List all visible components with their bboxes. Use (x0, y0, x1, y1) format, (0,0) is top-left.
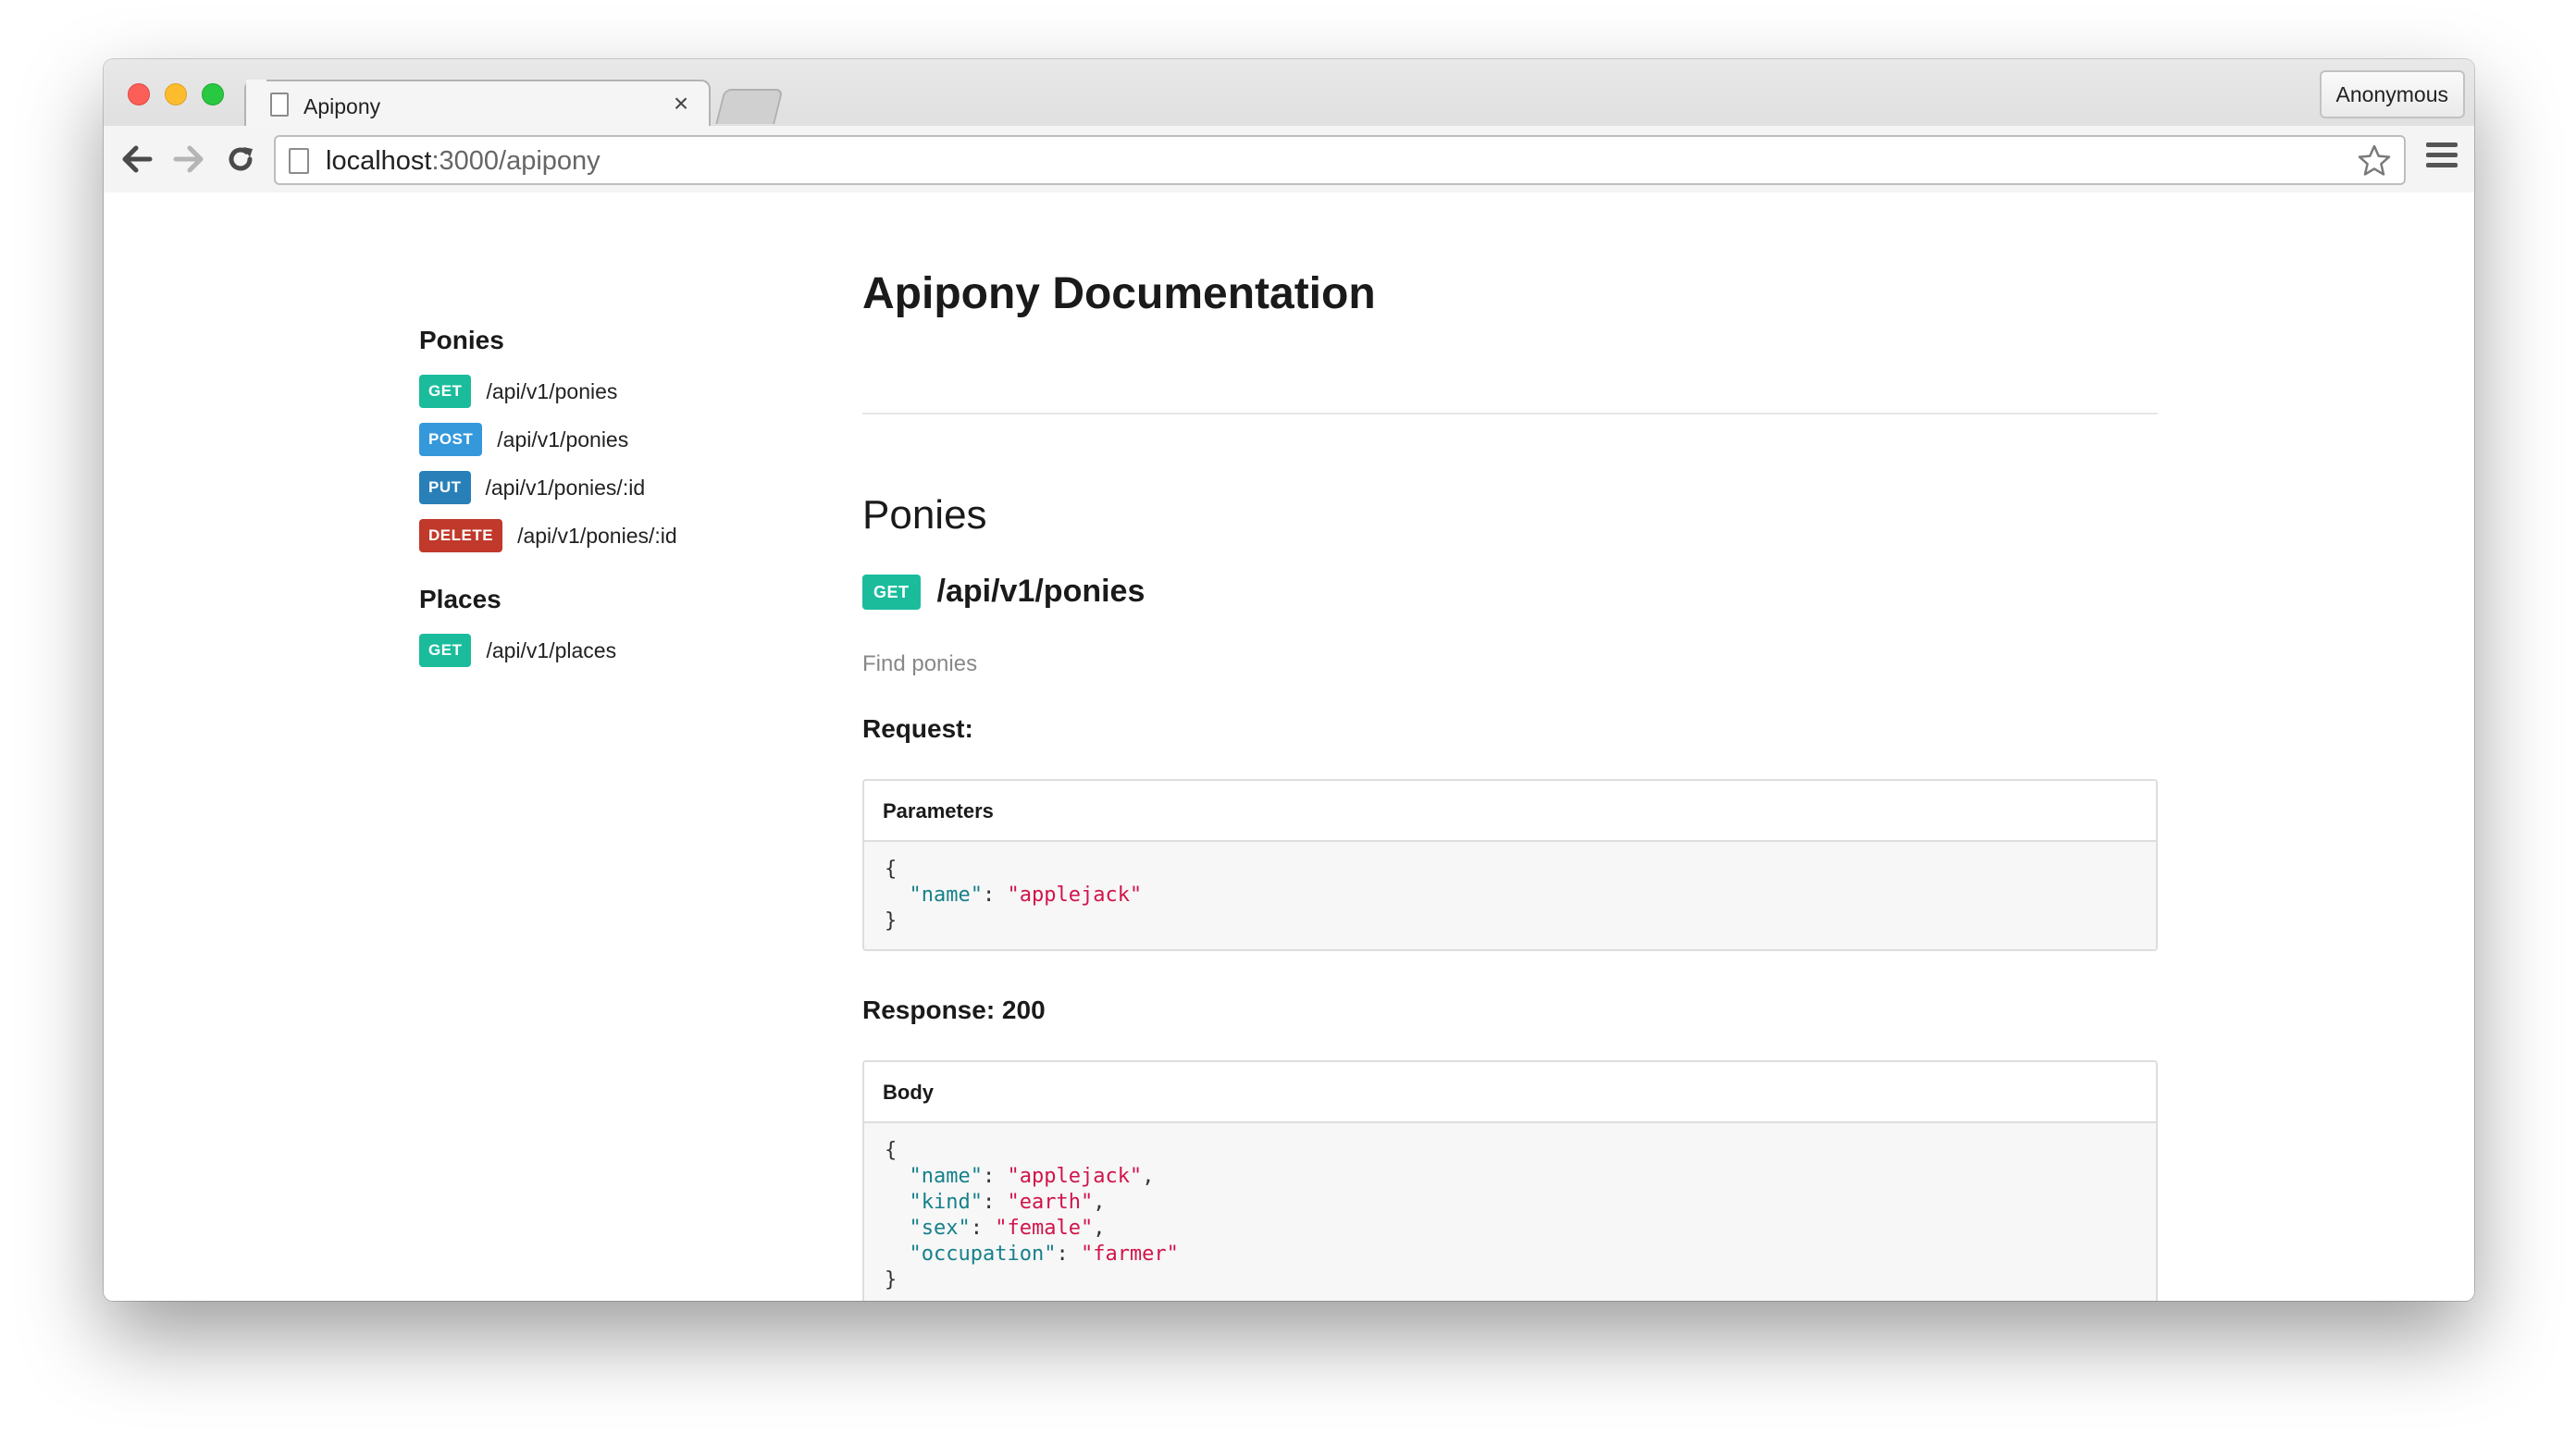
code-brace-close: } (885, 909, 898, 933)
request-heading: Request: (862, 714, 973, 743)
json-value: "farmer" (1080, 1243, 1179, 1266)
close-window-button[interactable] (128, 83, 150, 105)
browser-toolbar: localhost:3000/apipony (104, 126, 2474, 192)
panel-header: Body (864, 1062, 2156, 1123)
url-path: :3000/apipony (431, 146, 601, 176)
json-field: "name": "applejack" (909, 884, 1143, 907)
url-host: localhost (326, 146, 432, 176)
method-badge: PUT (419, 471, 471, 504)
browser-chrome: Apipony × Anonymous localhost:3000/apipo… (104, 59, 2474, 192)
code-brace-close: } (885, 1268, 898, 1292)
json-key: "kind" (909, 1191, 983, 1214)
page-icon (270, 93, 289, 117)
json-key: "name" (909, 884, 983, 907)
sidebar-item-post-ponies[interactable]: POST /api/v1/ponies (419, 422, 628, 457)
star-icon[interactable] (2356, 142, 2393, 179)
method-badge: GET (862, 574, 921, 610)
tab-strip: Apipony × Anonymous (104, 59, 2474, 128)
reload-icon[interactable] (220, 139, 261, 179)
back-arrow-icon[interactable] (117, 139, 157, 179)
json-key: "name" (909, 1165, 983, 1188)
page-title: Apipony Documentation (862, 269, 1376, 318)
method-badge: DELETE (419, 519, 503, 552)
parameters-panel: Parameters { "name": "applejack" } (862, 779, 2158, 951)
hamburger-menu-icon[interactable] (2426, 142, 2458, 174)
page-content: Ponies GET /api/v1/ponies POST /api/v1/p… (104, 194, 2474, 1301)
panel-header: Parameters (864, 781, 2156, 842)
method-badge: GET (419, 375, 472, 408)
json-separator: , (1093, 1217, 1106, 1240)
address-bar[interactable]: localhost:3000/apipony (274, 135, 2406, 185)
url-text[interactable]: localhost:3000/apipony (326, 146, 601, 177)
json-value: "female" (995, 1217, 1094, 1240)
forward-arrow-icon[interactable] (168, 139, 209, 179)
section-title: Ponies (862, 492, 987, 538)
new-tab-button[interactable] (715, 89, 784, 124)
json-separator: , (1093, 1191, 1106, 1214)
zoom-window-button[interactable] (202, 83, 224, 105)
endpoint-path: /api/v1/ponies (936, 574, 1146, 609)
json-field: "occupation": "farmer" (909, 1243, 1179, 1266)
profile-button[interactable]: Anonymous (2319, 70, 2465, 118)
browser-window: Apipony × Anonymous localhost:3000/apipo… (104, 59, 2474, 1301)
json-value: "earth" (1007, 1191, 1094, 1214)
minimize-window-button[interactable] (165, 83, 187, 105)
sidebar-item-path[interactable]: /api/v1/places (486, 638, 616, 663)
sidebar-item-delete-pony[interactable]: DELETE /api/v1/ponies/:id (419, 518, 677, 553)
sidebar-item-get-places[interactable]: GET /api/v1/places (419, 633, 616, 668)
sidebar-item-path[interactable]: /api/v1/ponies/:id (486, 476, 646, 501)
method-badge: POST (419, 423, 483, 456)
code-block: { "name": "applejack", "kind": "earth", … (864, 1123, 2156, 1301)
endpoint-description: Find ponies (862, 651, 978, 676)
json-value: "applejack" (1007, 884, 1143, 907)
tab-title: Apipony (303, 94, 381, 118)
sidebar-item-path[interactable]: /api/v1/ponies (497, 427, 628, 452)
json-value: "applejack" (1007, 1165, 1143, 1188)
endpoint-heading: GET /api/v1/ponies (862, 574, 1145, 610)
method-badge: GET (419, 634, 472, 667)
json-key: "sex" (909, 1217, 971, 1240)
browser-tab[interactable]: Apipony × (244, 80, 711, 128)
code-block: { "name": "applejack" } (864, 842, 2156, 949)
json-field: "name": "applejack", (909, 1165, 1155, 1188)
sidebar-item-path[interactable]: /api/v1/ponies (486, 379, 617, 404)
json-field: "kind": "earth", (909, 1191, 1106, 1214)
code-brace-open: { (885, 1139, 898, 1162)
sidebar-item-get-ponies[interactable]: GET /api/v1/ponies (419, 374, 617, 409)
response-heading: Response: 200 (862, 996, 1046, 1024)
page-icon (289, 148, 309, 174)
sidebar-item-put-pony[interactable]: PUT /api/v1/ponies/:id (419, 470, 645, 505)
sidebar-item-path[interactable]: /api/v1/ponies/:id (517, 524, 677, 549)
json-field: "sex": "female", (909, 1217, 1106, 1240)
body-panel: Body { "name": "applejack", "kind": "ear… (862, 1060, 2158, 1301)
json-separator: , (1142, 1165, 1155, 1188)
divider (862, 413, 2158, 414)
json-key: "occupation" (909, 1243, 1057, 1266)
sidebar-heading-places: Places (419, 585, 502, 613)
close-tab-icon[interactable]: × (668, 89, 694, 118)
code-brace-open: { (885, 858, 898, 881)
sidebar-heading-ponies: Ponies (419, 326, 504, 354)
